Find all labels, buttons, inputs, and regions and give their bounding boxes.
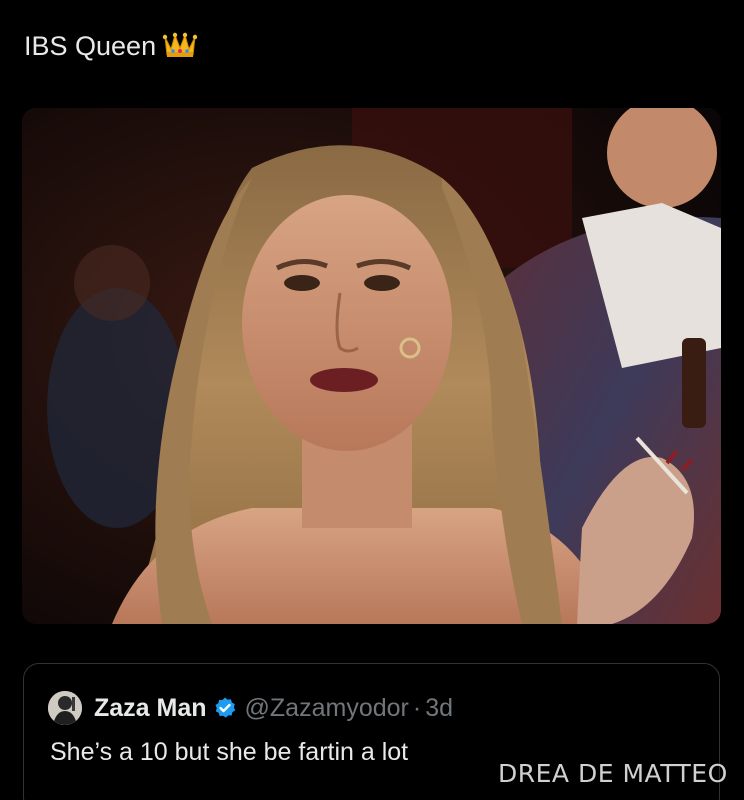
watermark-caption: DREA DE MATTEO: [498, 759, 728, 788]
user-handle[interactable]: @Zazamyodor: [245, 694, 409, 723]
quoted-tweet-text: She’s a 10 but she be fartin a lot: [50, 738, 409, 766]
timestamp[interactable]: 3d: [425, 694, 453, 723]
tweet-text: IBS Queen: [24, 28, 198, 64]
tweet-text-content: IBS Queen: [24, 31, 157, 61]
tweet-view: IBS Queen Zaza Man @Zazamyodor · 3d She’…: [0, 0, 744, 800]
verified-badge-icon: [213, 696, 237, 720]
display-name[interactable]: Zaza Man: [94, 694, 207, 723]
quoted-tweet-header: Zaza Man @Zazamyodor · 3d: [48, 690, 453, 726]
separator-dot: ·: [412, 693, 422, 722]
tweet-media-image[interactable]: [22, 108, 721, 624]
avatar[interactable]: [48, 691, 82, 725]
crown-icon: [162, 29, 198, 63]
